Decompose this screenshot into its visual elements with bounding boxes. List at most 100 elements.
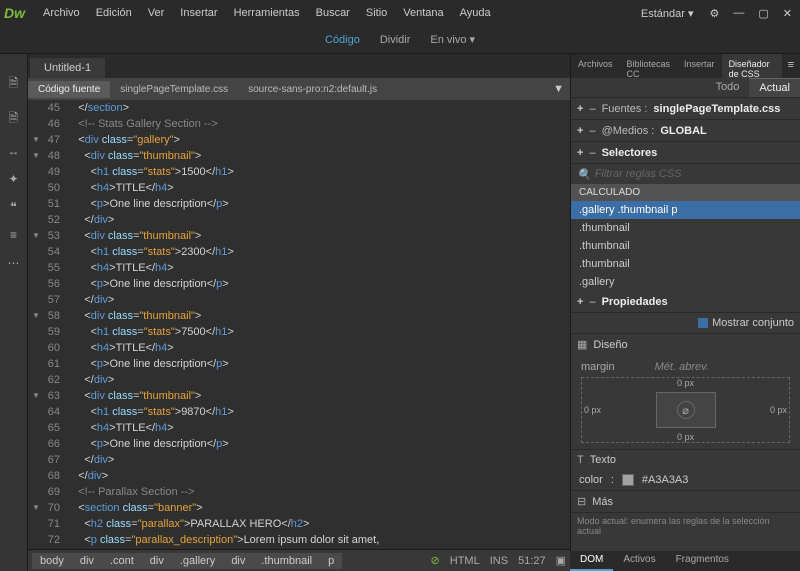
app-logo: Dw [4,5,25,21]
filter-icon[interactable]: ▼ [553,83,564,95]
code-editor[interactable]: 4546474849505152535455565758596061626364… [28,100,570,549]
related-files-bar: Código fuentesinglePageTemplate.csssourc… [28,78,570,100]
related-file-tab[interactable]: source-sans-pro:n2:default.js [238,81,387,98]
remove-source-icon[interactable]: – [589,103,595,115]
panel-tab[interactable]: Archivos [571,54,620,78]
view-mode-bar: Código Dividir En vivo ▾ [0,26,800,54]
tag-selector-breadcrumb: bodydiv.contdiv.gallerydiv.thumbnailp ⊘ … [28,549,570,571]
overflow-icon[interactable]: ▣ [556,554,566,567]
menu-buscar[interactable]: Buscar [308,3,358,23]
maximize-icon[interactable]: ▢ [754,3,772,24]
document-tabs: Untitled-1 [28,54,570,78]
show-set-checkbox[interactable] [698,318,708,328]
show-set-label: Mostrar conjunto [712,317,794,329]
filter-selectors-input[interactable]: 🔍 Filtrar reglas CSS [571,164,800,184]
computed-label: CALCULADO [571,184,800,201]
related-file-tab[interactable]: Código fuente [28,81,110,98]
layout-icon: ▦ [577,338,587,351]
add-selector-icon[interactable]: + [577,147,583,159]
bottom-panel-tab[interactable]: Fragmentos [666,551,739,571]
panel-tab[interactable]: Bibliotecas CC [620,54,678,78]
remove-media-icon[interactable]: – [589,125,595,137]
remove-selector-icon[interactable]: – [589,147,595,159]
properties-header: + – Propiedades [571,291,800,313]
selector-item[interactable]: .gallery .thumbnail p [571,201,800,219]
css-designer-panel: ArchivosBibliotecas CCInsertarDiseñador … [570,54,800,571]
margin-bottom-value[interactable]: 0 px [677,432,694,442]
breadcrumb-item[interactable]: .thumbnail [253,553,320,569]
bottom-panel-tab[interactable]: DOM [570,551,613,571]
more-group[interactable]: ⊟ Más [571,490,800,512]
file-manage-icon[interactable]: 🗎 [9,74,19,95]
bottom-panel-tab[interactable]: Activos [613,551,665,571]
more-props-icon: ⊟ [577,495,586,508]
margin-right-value[interactable]: 0 px [770,405,787,415]
add-source-icon[interactable]: + [577,103,583,115]
error-status-icon[interactable]: ⊘ [431,554,440,567]
color-swatch[interactable] [622,474,634,486]
viewmode-split[interactable]: Dividir [380,34,411,46]
panel-subtab[interactable]: Actual [749,78,800,97]
selector-item[interactable]: .thumbnail [571,255,800,273]
breadcrumb-item[interactable]: body [32,553,72,569]
viewmode-live[interactable]: En vivo ▾ [430,33,475,46]
workspace-dropdown[interactable]: Estándar ▾ [635,3,700,24]
panel-subtab[interactable]: Todo [706,78,750,97]
selectors-header: + – Selectores [571,142,800,164]
format-icon[interactable]: ≡ [10,228,17,242]
breadcrumb-item[interactable]: div [142,553,172,569]
text-icon: T [577,454,584,466]
menu-ver[interactable]: Ver [140,3,173,23]
more-icon[interactable]: ⋯ [8,256,20,270]
sources-row[interactable]: + – Fuentes : singlePageTemplate.css [571,98,800,120]
add-media-icon[interactable]: + [577,125,583,137]
media-row[interactable]: + – @Medios : GLOBAL [571,120,800,142]
breadcrumb-item[interactable]: .cont [102,553,142,569]
color-value[interactable]: #A3A3A3 [642,474,688,486]
media-label: @Medios : [602,125,655,137]
link-values-icon[interactable]: ⌀ [677,401,695,419]
insert-mode-indicator[interactable]: INS [490,555,508,567]
menu-herramientas[interactable]: Herramientas [226,3,308,23]
box-model[interactable]: marginMét. abrev. 0 px 0 px 0 px 0 px ⌀ [571,355,800,449]
left-toolbar: 🗎 🗎 ↔ ✦ ❝ ≡ ⋯ [0,54,28,571]
related-file-tab[interactable]: singlePageTemplate.css [110,81,238,98]
comment-icon[interactable]: ❝ [10,200,16,214]
viewmode-code[interactable]: Código [325,34,360,46]
breadcrumb-item[interactable]: div [223,553,253,569]
menu-edición[interactable]: Edición [88,3,140,23]
sync-settings-icon[interactable]: ⚙ [706,3,724,24]
breadcrumb-item[interactable]: div [72,553,102,569]
expand-icon[interactable]: ↔ [8,144,20,158]
panel-tab[interactable]: Diseñador de CSS [722,54,782,78]
selector-item[interactable]: .gallery [571,273,800,291]
close-icon[interactable]: ✕ [779,3,796,24]
margin-top-value[interactable]: 0 px [677,378,694,388]
language-indicator[interactable]: HTML [450,555,480,567]
menu-archivo[interactable]: Archivo [35,3,88,23]
wand-icon[interactable]: ✦ [8,172,18,186]
minimize-icon[interactable]: — [729,3,748,23]
layout-group[interactable]: ▦ Diseño [571,333,800,355]
search-icon: 🔍 [577,168,591,181]
breadcrumb-item[interactable]: p [320,553,342,569]
margin-left-value[interactable]: 0 px [584,405,601,415]
menu-ventana[interactable]: Ventana [395,3,451,23]
color-prop-label: color [579,474,603,486]
breadcrumb-item[interactable]: .gallery [172,553,223,569]
panel-menu-icon[interactable]: ≡ [782,54,800,78]
margin-label: margin [581,361,615,373]
properties-label: Propiedades [602,296,668,308]
selector-item[interactable]: .thumbnail [571,219,800,237]
menu-sitio[interactable]: Sitio [358,3,395,23]
remove-property-icon[interactable]: – [589,296,595,308]
media-value: GLOBAL [660,125,706,137]
file-manage2-icon[interactable]: 🗎 [9,109,19,130]
document-tab[interactable]: Untitled-1 [30,58,105,78]
menu-insertar[interactable]: Insertar [172,3,225,23]
selector-item[interactable]: .thumbnail [571,237,800,255]
menu-ayuda[interactable]: Ayuda [452,3,499,23]
panel-tab[interactable]: Insertar [677,54,722,78]
add-property-icon[interactable]: + [577,296,583,308]
text-group[interactable]: T Texto [571,449,800,470]
